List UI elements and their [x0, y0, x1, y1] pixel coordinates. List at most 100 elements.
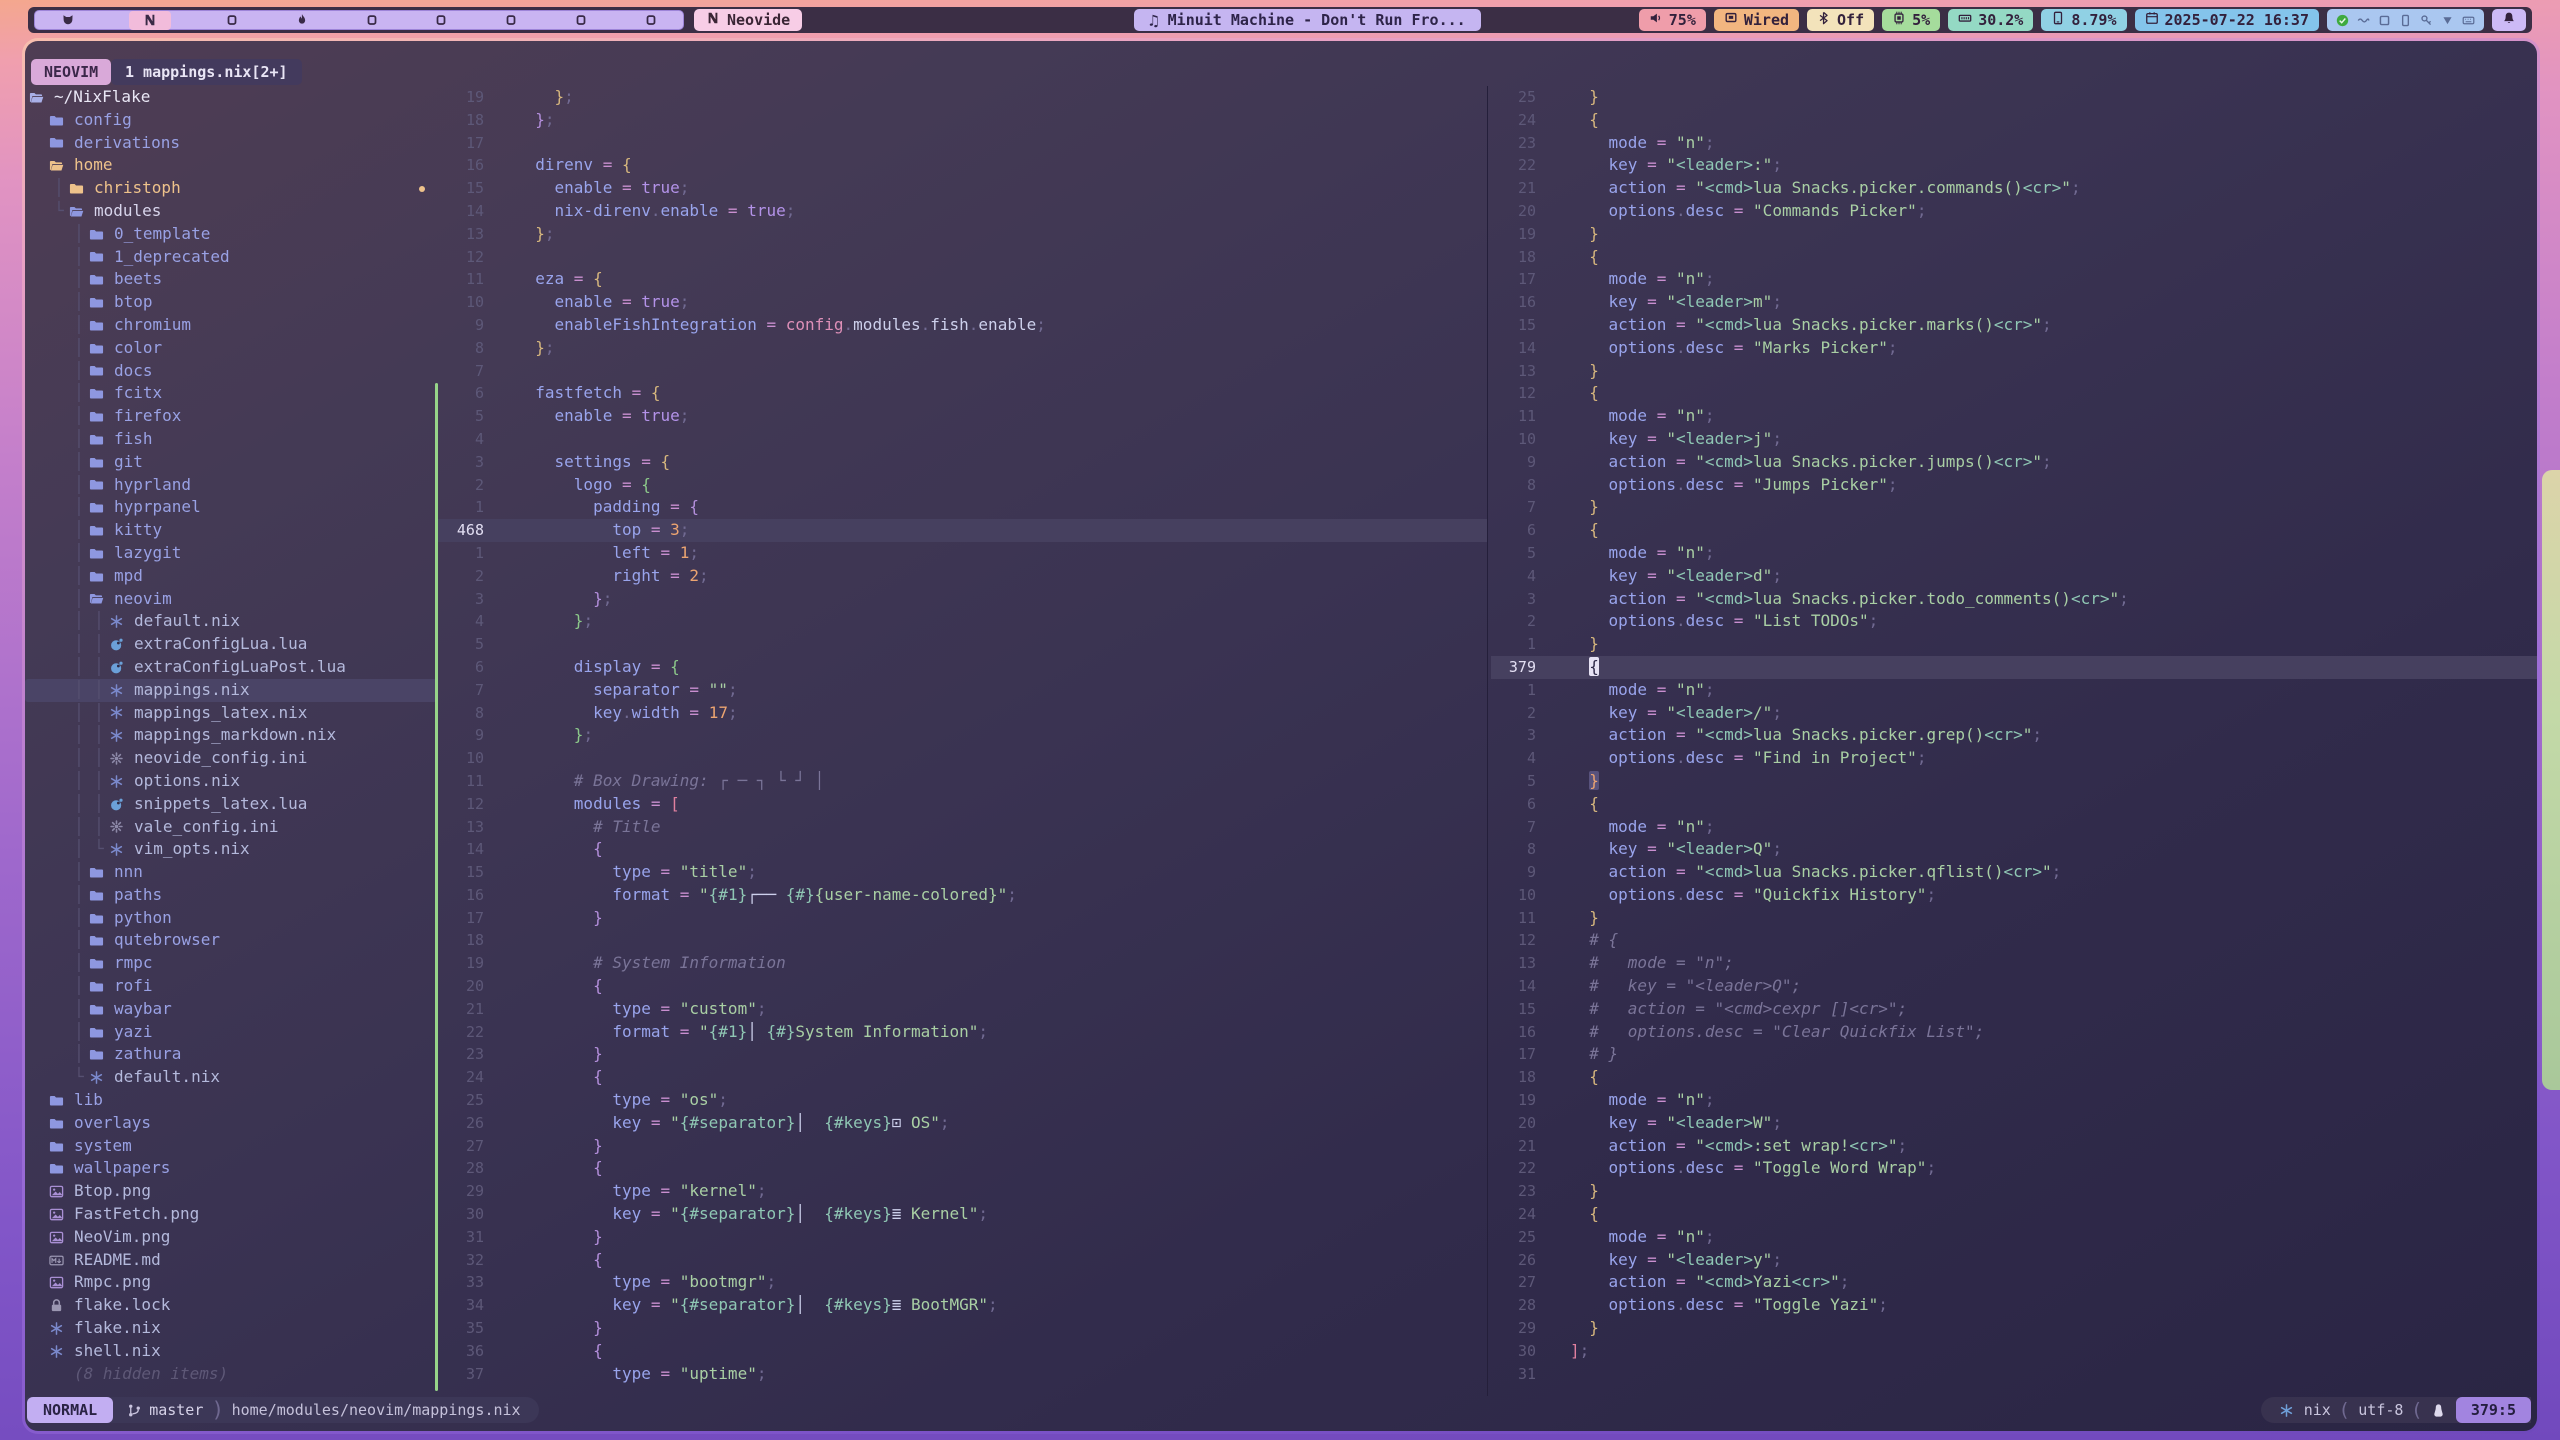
code-line[interactable]: 22 options.desc = "Toggle Word Wrap"; — [1491, 1157, 2537, 1180]
code-line[interactable]: 28 { — [438, 1157, 1487, 1180]
code-line[interactable]: 24 { — [1491, 1203, 2537, 1226]
code-line[interactable]: 7 } — [1491, 496, 2537, 519]
code-line[interactable]: 18 }; — [438, 109, 1487, 132]
tree-item[interactable]: │rofi — [25, 975, 437, 998]
wave-tray-icon[interactable] — [2357, 14, 2370, 27]
code-line[interactable]: 6 display = { — [438, 656, 1487, 679]
tree-item[interactable]: README.md — [25, 1249, 437, 1272]
code-line[interactable]: 14 options.desc = "Marks Picker"; — [1491, 337, 2537, 360]
code-line[interactable]: 10 key = "<leader>j"; — [1491, 428, 2537, 451]
code-line[interactable]: 15 type = "title"; — [438, 861, 1487, 884]
datetime-chip[interactable]: 2025-07-22 16:37 — [2135, 9, 2320, 31]
code-line[interactable]: 17 — [438, 132, 1487, 155]
code-line[interactable]: 31 — [1491, 1363, 2537, 1386]
code-line[interactable]: 2 key = "<leader>/"; — [1491, 702, 2537, 725]
workspace-square-icon[interactable] — [363, 12, 380, 29]
tree-item[interactable]: flake.nix — [25, 1317, 437, 1340]
tree-item[interactable]: │lazygit — [25, 542, 437, 565]
tree-item[interactable]: │1_deprecated — [25, 246, 437, 269]
tree-item[interactable]: └modules — [25, 200, 437, 223]
tri-tray-icon[interactable] — [2441, 14, 2454, 27]
tree-item[interactable]: │docs — [25, 360, 437, 383]
tree-item[interactable]: │yazi — [25, 1021, 437, 1044]
tree-item[interactable]: ││mappings.nix — [25, 679, 437, 702]
tree-item[interactable]: ││mappings_latex.nix — [25, 702, 437, 725]
code-line[interactable]: 2 logo = { — [438, 474, 1487, 497]
tree-item[interactable]: │chromium — [25, 314, 437, 337]
code-line[interactable]: 32 { — [438, 1249, 1487, 1272]
tree-item[interactable]: ││snippets_latex.lua — [25, 793, 437, 816]
tree-item[interactable]: │rmpc — [25, 952, 437, 975]
tree-item[interactable]: │fish — [25, 428, 437, 451]
code-line[interactable]: 10 — [438, 747, 1487, 770]
code-line[interactable]: 12 — [438, 246, 1487, 269]
code-line[interactable]: 1 } — [1491, 633, 2537, 656]
tree-item[interactable]: │git — [25, 451, 437, 474]
tree-item[interactable]: Btop.png — [25, 1180, 437, 1203]
code-line[interactable]: 20 key = "<leader>W"; — [1491, 1112, 2537, 1135]
cpu-chip[interactable]: 5% — [1882, 9, 1940, 31]
code-line[interactable]: 5 — [438, 633, 1487, 656]
tree-item[interactable]: │python — [25, 907, 437, 930]
code-line[interactable]: 35 } — [438, 1317, 1487, 1340]
code-line[interactable]: 6 { — [1491, 519, 2537, 542]
code-line[interactable]: 27 action = "<cmd>Yazi<cr>"; — [1491, 1271, 2537, 1294]
code-line[interactable]: 4 — [438, 428, 1487, 451]
code-line[interactable]: 27 } — [438, 1135, 1487, 1158]
code-line[interactable]: 8 key = "<leader>Q"; — [1491, 838, 2537, 861]
workspace-square-icon[interactable] — [642, 12, 659, 29]
code-line[interactable]: 19 } — [1491, 223, 2537, 246]
tree-item[interactable]: │beets — [25, 268, 437, 291]
tree-item[interactable]: ││options.nix — [25, 770, 437, 793]
code-line[interactable]: 12 modules = [ — [438, 793, 1487, 816]
notifications-chip[interactable] — [2492, 9, 2526, 31]
tree-item[interactable]: NeoVim.png — [25, 1226, 437, 1249]
code-line[interactable]: 18 — [438, 929, 1487, 952]
tree-item[interactable]: │kitty — [25, 519, 437, 542]
code-line[interactable]: 9 action = "<cmd>lua Snacks.picker.jumps… — [1491, 451, 2537, 474]
tree-item[interactable]: │btop — [25, 291, 437, 314]
bluetooth-chip[interactable]: Off — [1807, 9, 1874, 31]
code-line[interactable]: 33 type = "bootmgr"; — [438, 1271, 1487, 1294]
code-line[interactable]: 23 mode = "n"; — [1491, 132, 2537, 155]
tree-item[interactable]: lib — [25, 1089, 437, 1112]
tree-item[interactable]: │color — [25, 337, 437, 360]
code-line[interactable]: 379 { — [1491, 656, 2537, 679]
code-line[interactable]: 30 key = "{#separator}│ {#keys}≣ Kernel"… — [438, 1203, 1487, 1226]
tree-item[interactable]: Rmpc.png — [25, 1271, 437, 1294]
code-line[interactable]: 10 options.desc = "Quickfix History"; — [1491, 884, 2537, 907]
code-line[interactable]: 3 action = "<cmd>lua Snacks.picker.grep(… — [1491, 724, 2537, 747]
tree-item[interactable]: FastFetch.png — [25, 1203, 437, 1226]
code-line[interactable]: 19 mode = "n"; — [1491, 1089, 2537, 1112]
workspace-square-icon[interactable] — [503, 12, 520, 29]
code-line[interactable]: 9 action = "<cmd>lua Snacks.picker.qflis… — [1491, 861, 2537, 884]
code-line[interactable]: 18 { — [1491, 246, 2537, 269]
code-line[interactable]: 12 # { — [1491, 929, 2537, 952]
code-line[interactable]: 25 } — [1491, 86, 2537, 109]
tree-item[interactable]: │neovim — [25, 588, 437, 611]
key-tray-icon[interactable] — [2420, 14, 2433, 27]
code-line[interactable]: 5 enable = true; — [438, 405, 1487, 428]
code-line[interactable]: 31 } — [438, 1226, 1487, 1249]
tree-item[interactable]: │hyprland — [25, 474, 437, 497]
code-line[interactable]: 7 separator = ""; — [438, 679, 1487, 702]
code-line[interactable]: 23 } — [1491, 1180, 2537, 1203]
code-line[interactable]: 25 mode = "n"; — [1491, 1226, 2537, 1249]
tree-item[interactable]: │fcitx — [25, 382, 437, 405]
code-line[interactable]: 30]; — [1491, 1340, 2537, 1363]
tree-item[interactable]: │nnn — [25, 861, 437, 884]
tree-item[interactable]: │zathura — [25, 1043, 437, 1066]
code-line[interactable]: 8 key.width = 17; — [438, 702, 1487, 725]
tree-item[interactable]: ││extraConfigLua.lua — [25, 633, 437, 656]
window-separator[interactable] — [1487, 86, 1488, 1396]
code-line[interactable]: 9 enableFishIntegration = config.modules… — [438, 314, 1487, 337]
tree-item[interactable]: │paths — [25, 884, 437, 907]
active-app-chip[interactable]: Neovide — [694, 9, 802, 31]
code-line[interactable]: 17 # } — [1491, 1043, 2537, 1066]
code-line[interactable]: 29 type = "kernel"; — [438, 1180, 1487, 1203]
code-line[interactable]: 17 mode = "n"; — [1491, 268, 2537, 291]
code-line[interactable]: 22 key = "<leader>:"; — [1491, 154, 2537, 177]
code-line[interactable]: 13 }; — [438, 223, 1487, 246]
code-line[interactable]: 21 type = "custom"; — [438, 998, 1487, 1021]
code-line[interactable]: 13 # Title — [438, 816, 1487, 839]
